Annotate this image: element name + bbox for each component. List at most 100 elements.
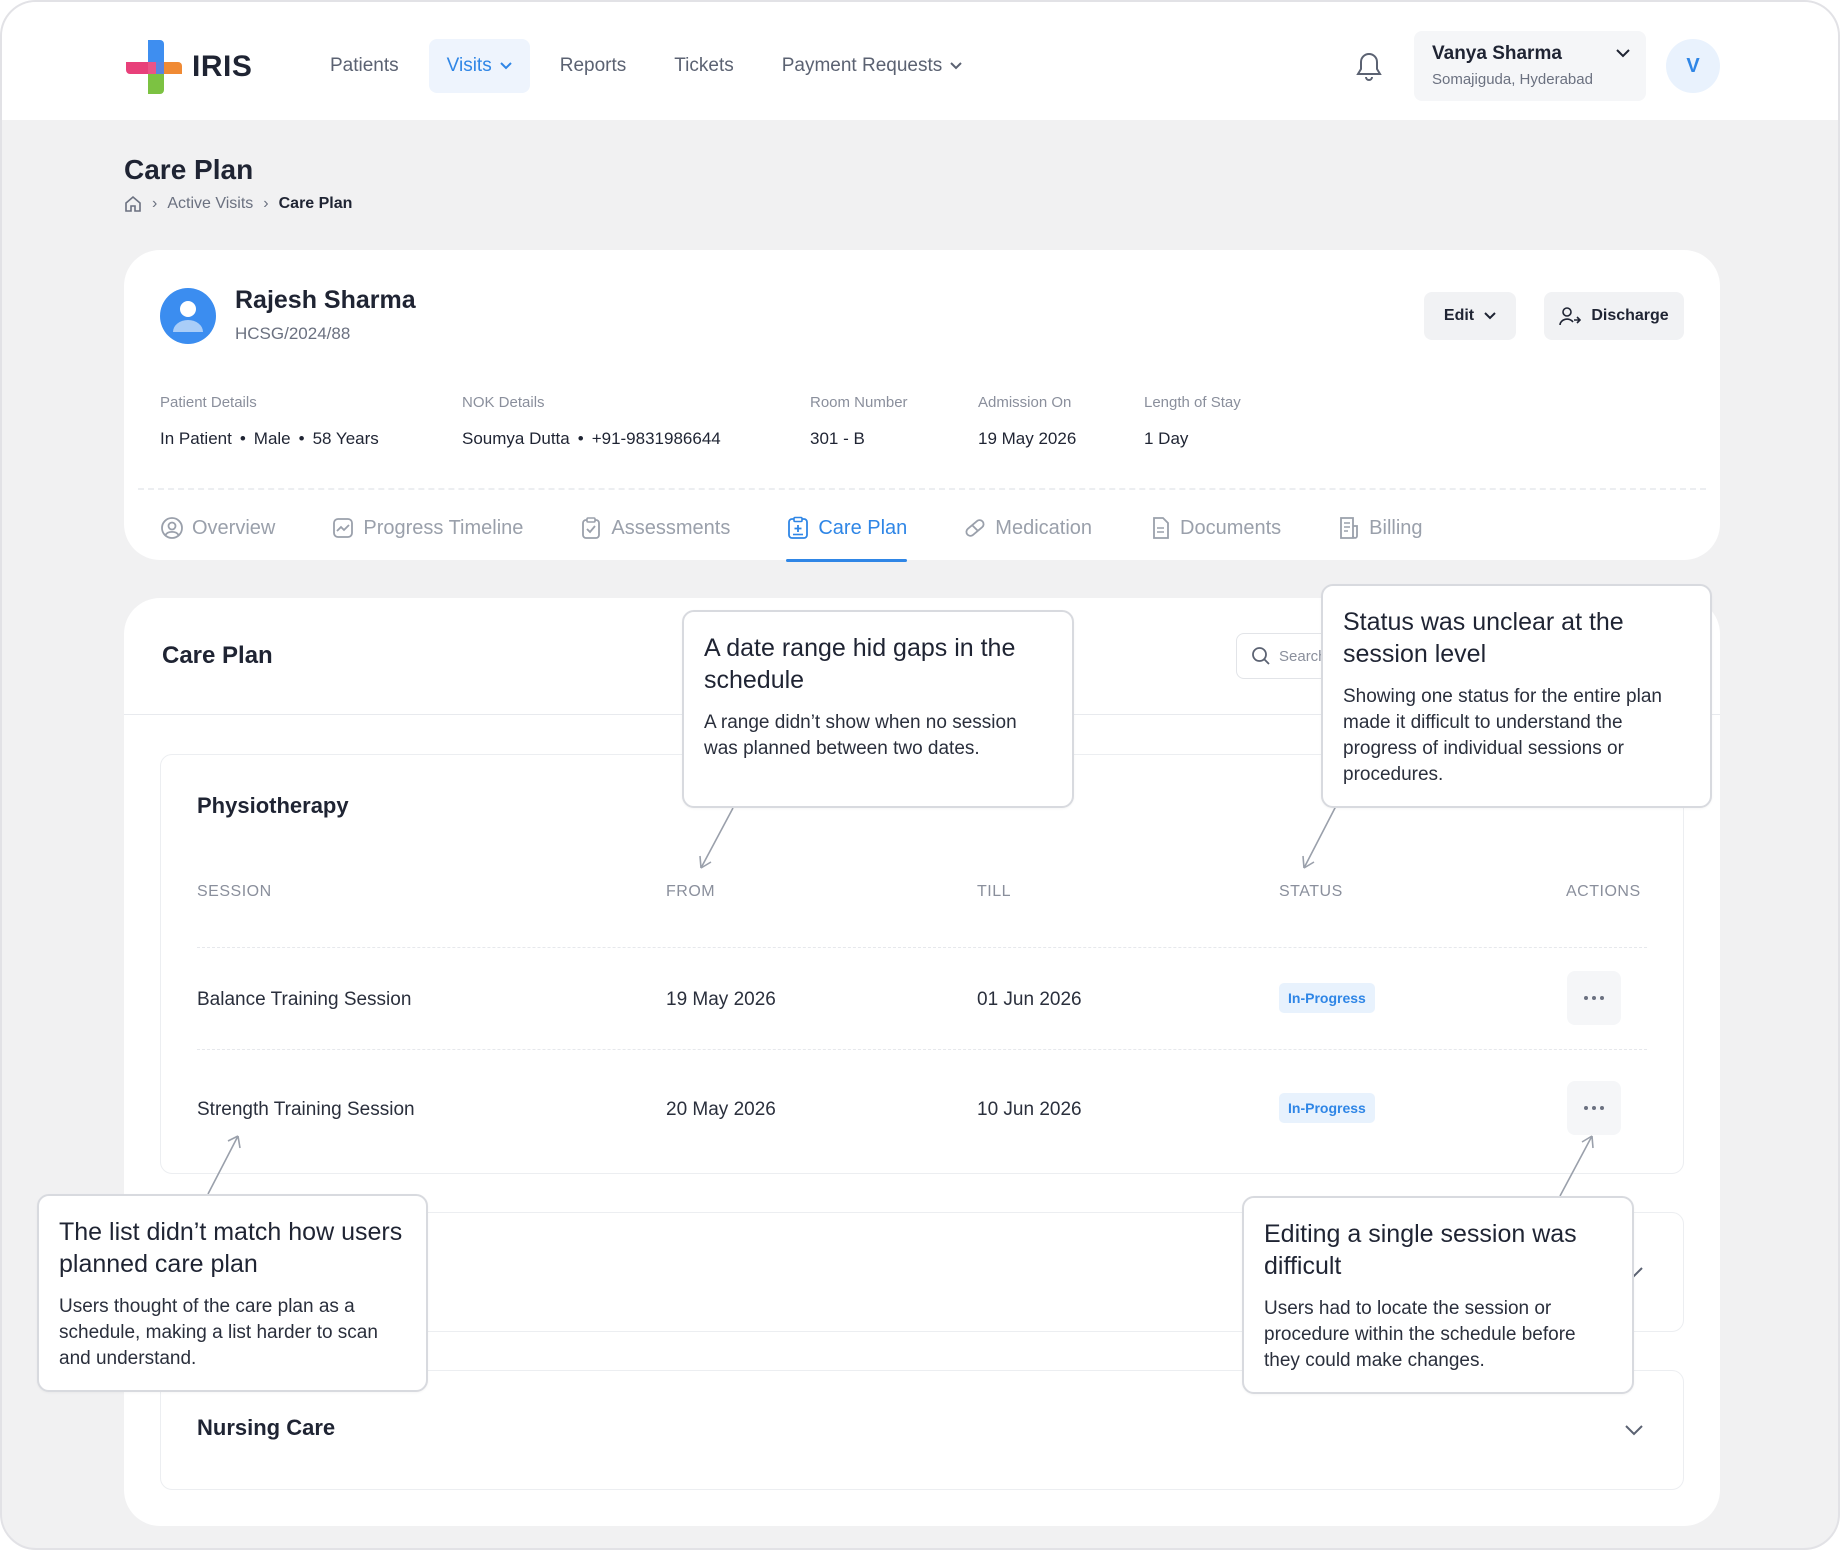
tab-label: Care Plan (818, 516, 908, 539)
patient-type: In Patient (160, 429, 232, 448)
column-header-till: TILL (977, 883, 1012, 900)
clipboard-icon (582, 517, 601, 539)
nav-item-tickets[interactable]: Tickets (656, 39, 751, 93)
document-icon (1153, 517, 1169, 539)
section-title: Care Plan (162, 642, 273, 669)
patient-details: Patient Details In Patient • Male • 58 Years (160, 394, 379, 449)
user-name: Vanya Sharma (1432, 43, 1562, 64)
patient-id: HCSG/2024/88 (235, 324, 351, 343)
tab-label: Progress Timeline (363, 516, 524, 539)
breadcrumb-separator: › (152, 195, 158, 212)
nav-label: Reports (559, 55, 627, 76)
logo-text: IRIS (192, 50, 253, 83)
avatar[interactable]: V (1666, 39, 1720, 93)
tab-label: Medication (995, 516, 1093, 539)
annotation-callout: A date range hid gaps in the schedule A … (682, 610, 1074, 808)
callout-body: A range didn’t show when no session was … (704, 712, 1017, 759)
tab-label: Billing (1369, 516, 1423, 539)
pill-icon (965, 519, 985, 537)
status-badge: In-Progress (1279, 983, 1375, 1013)
search-placeholder: Search (1279, 647, 1327, 665)
callout-body: Showing one status for the entire plan m… (1343, 686, 1662, 785)
callout-title: A date range hid gaps in the schedule (704, 634, 1016, 694)
edit-button[interactable]: Edit (1424, 292, 1516, 340)
care-plan-icon (788, 516, 809, 539)
user-location: Somajiguda, Hyderabad (1432, 71, 1593, 88)
chevron-down-icon (1616, 49, 1630, 58)
divider (197, 1049, 1647, 1050)
patient-card: Rajesh Sharma HCSG/2024/88 Edit Discharg… (124, 250, 1720, 562)
chevron-down-icon[interactable] (1625, 1425, 1643, 1436)
main-nav: Patients Visits Reports Tickets Payment … (312, 39, 980, 93)
detail-label: Patient Details (160, 394, 257, 411)
detail-value: In Patient • Male • 58 Years (160, 429, 379, 448)
nav-label: Visits (446, 55, 492, 76)
tab-medication[interactable]: Medication (963, 506, 1092, 550)
divider (197, 947, 1647, 948)
session-name: Balance Training Session (197, 989, 412, 1010)
session-from: 20 May 2026 (666, 1099, 776, 1120)
chart-icon (333, 518, 354, 538)
tab-overview[interactable]: Overview (160, 506, 275, 550)
session-till: 10 Jun 2026 (977, 1099, 1082, 1120)
chevron-down-icon (950, 62, 962, 70)
discharge-label: Discharge (1591, 307, 1669, 324)
receipt-icon (1340, 517, 1359, 539)
annotation-callout: The list didn’t match how users planned … (37, 1194, 428, 1392)
nav-item-visits[interactable]: Visits (428, 39, 530, 93)
tab-documents[interactable]: Documents (1148, 506, 1281, 550)
nav-item-reports[interactable]: Reports (542, 39, 645, 93)
column-header-from: FROM (666, 883, 716, 900)
search-icon (1252, 647, 1270, 665)
annotation-callout: Status was unclear at the session level … (1321, 584, 1712, 808)
session-from: 19 May 2026 (666, 989, 776, 1010)
detail-value: Soumya Dutta • +91-9831986644 (462, 429, 721, 448)
chevron-down-icon (1484, 312, 1496, 320)
tab-label: Overview (192, 516, 276, 539)
iris-logo-icon (126, 40, 182, 94)
patient-gender: Male (253, 429, 291, 448)
top-navigation-bar: IRIS Patients Visits Reports Tickets Pay… (2, 2, 1838, 120)
tab-care-plan[interactable]: Care Plan (786, 506, 908, 562)
breadcrumb-separator: › (263, 195, 269, 212)
more-actions-button[interactable] (1567, 1081, 1621, 1135)
home-icon[interactable] (124, 195, 142, 213)
tab-progress-timeline[interactable]: Progress Timeline (331, 506, 523, 550)
care-group-physiotherapy: Physiotherapy SESSION FROM TILL STATUS A… (160, 754, 1684, 1174)
user-switcher[interactable]: Vanya Sharma Somajiguda, Hyderabad (1414, 31, 1646, 101)
notification-bell-icon[interactable] (1354, 50, 1384, 82)
group-title[interactable]: Physiotherapy (197, 793, 349, 819)
patient-name: Rajesh Sharma (235, 286, 416, 314)
detail-value: 19 May 2026 (978, 429, 1077, 448)
column-header-actions: ACTIONS (1566, 883, 1641, 900)
status-badge: In-Progress (1279, 1093, 1375, 1123)
breadcrumb-item-current: Care Plan (278, 195, 353, 212)
user-circle-icon (161, 517, 183, 539)
logo[interactable]: IRIS (124, 38, 252, 96)
user-exit-icon (1559, 307, 1582, 326)
detail-value: 301 - B (810, 429, 865, 448)
discharge-button[interactable]: Discharge (1544, 292, 1684, 340)
callout-title: Editing a single session was difficult (1264, 1220, 1577, 1280)
page-title: Care Plan (124, 154, 254, 185)
nok-phone: +91-9831986644 (591, 429, 721, 448)
breadcrumb-item-active-visits[interactable]: Active Visits (167, 195, 253, 213)
nok-details: NOK Details Soumya Dutta • +91-9831986644 (462, 394, 721, 449)
detail-label: Room Number (810, 394, 908, 411)
tab-billing[interactable]: Billing (1337, 506, 1423, 550)
nav-item-payment-requests[interactable]: Payment Requests (764, 39, 981, 93)
nok-name: Soumya Dutta (462, 429, 570, 448)
column-header-status: STATUS (1279, 883, 1343, 900)
nav-label: Payment Requests (781, 55, 943, 76)
annotation-callout: Editing a single session was difficult U… (1242, 1196, 1634, 1394)
tab-label: Documents (1180, 516, 1282, 539)
more-actions-button[interactable] (1567, 971, 1621, 1025)
tab-assessments[interactable]: Assessments (579, 506, 730, 550)
patient-tabs: Overview Progress Timeline Assessments C… (160, 506, 1423, 562)
patient-age: 58 Years (312, 429, 379, 448)
length-of-stay: Length of Stay 1 Day (1144, 394, 1241, 449)
nav-label: Patients (330, 55, 399, 76)
patient-avatar-icon (160, 288, 216, 344)
nav-item-patients[interactable]: Patients (312, 39, 417, 93)
detail-label: NOK Details (462, 394, 545, 411)
